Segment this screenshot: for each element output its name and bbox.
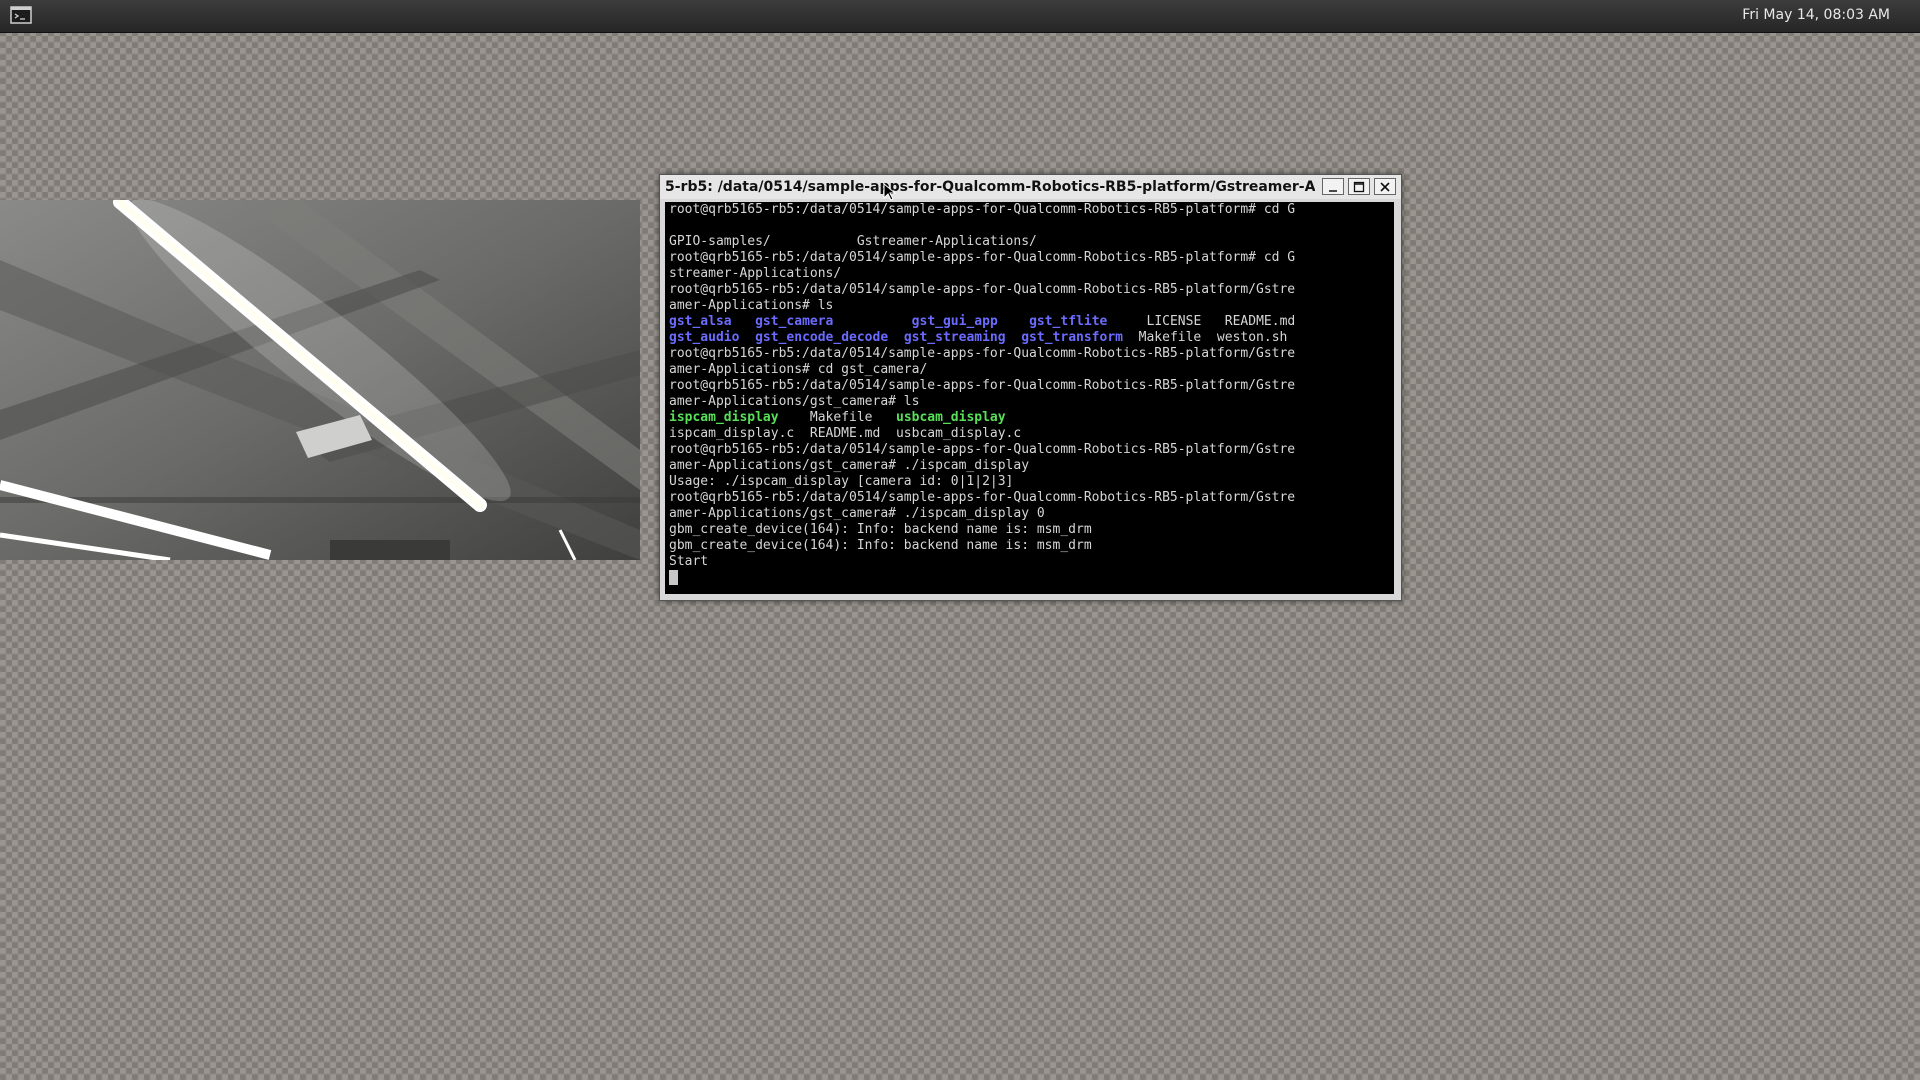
terminal-line: root@qrb5165-rb5:/data/0514/sample-apps-… [669,490,1296,505]
terminal-line: gbm_create_device(164): Info: backend na… [669,538,1092,553]
mouse-pointer-icon [883,182,897,201]
minimize-icon[interactable] [1322,178,1344,195]
terminal-line: Usage: ./ispcam_display [camera id: 0|1|… [669,474,1014,489]
terminal-line: amer-Applications/gst_camera# ./ispcam_d… [669,458,1030,473]
dir-entry: gst_streaming [903,330,1006,345]
file-entry: LICENSE [1146,314,1202,329]
dir-entry: gst_camera [755,314,834,329]
dir-entry: gst_encode_decode [755,330,889,345]
close-icon[interactable] [1374,178,1396,195]
terminal-cursor-line [669,570,1295,586]
ls-output-row: ispcam_display Makefile usbcam_display [669,410,1295,426]
terminal-line: gbm_create_device(164): Info: backend na… [669,522,1092,537]
terminal-line: Start [669,554,709,569]
terminal-line: root@qrb5165-rb5:/data/0514/sample-apps-… [669,282,1296,297]
file-entry: Makefile [809,410,873,425]
terminal-line: root@qrb5165-rb5:/data/0514/sample-apps-… [669,442,1296,457]
terminal-window[interactable]: 5-rb5: /data/0514/sample-apps-for-Qualco… [659,174,1402,601]
top-panel: Fri May 14, 08:03 AM [0,0,1920,33]
terminal-output[interactable]: root@qrb5165-rb5:/data/0514/sample-apps-… [665,202,1394,594]
terminal-line: amer-Applications# ls [669,298,834,313]
executable-entry: usbcam_display [896,410,1006,425]
ls-output-row: gst_audio gst_encode_decode gst_streamin… [669,330,1295,346]
dir-entry: gst_audio [669,330,740,345]
terminal-line: root@qrb5165-rb5:/data/0514/sample-apps-… [669,202,1296,217]
camera-preview [0,200,640,560]
window-titlebar[interactable]: 5-rb5: /data/0514/sample-apps-for-Qualco… [660,175,1401,199]
file-entry: Makefile [1138,330,1202,345]
dir-entry: gst_tflite [1029,314,1108,329]
file-entry: README.md [1224,314,1296,329]
terminal-launcher-icon[interactable] [10,6,32,24]
terminal-line: root@qrb5165-rb5:/data/0514/sample-apps-… [669,250,1296,265]
dir-entry: gst_transform [1021,330,1123,345]
executable-entry: ispcam_display [669,410,779,425]
ls-output-row: gst_alsa gst_camera gst_gui_app gst_tfli… [669,314,1295,330]
terminal-line: root@qrb5165-rb5:/data/0514/sample-apps-… [669,378,1296,393]
terminal-line: amer-Applications# cd gst_camera/ [669,362,928,377]
terminal-line: amer-Applications/gst_camera# ls [669,394,920,409]
terminal-line: GPIO-samples/ Gstreamer-Applications/ [669,234,1037,249]
ls-output-row: ispcam_display.c README.md usbcam_displa… [669,426,1022,441]
clock: Fri May 14, 08:03 AM [1742,7,1890,23]
window-title: 5-rb5: /data/0514/sample-apps-for-Qualco… [665,179,1315,195]
text-cursor [669,570,678,585]
dir-entry: gst_gui_app [911,314,998,329]
window-controls [1322,178,1396,195]
maximize-icon[interactable] [1348,178,1370,195]
file-entry: weston.sh [1216,330,1288,345]
terminal-line: streamer-Applications/ [669,266,842,281]
terminal-line: amer-Applications/gst_camera# ./ispcam_d… [669,506,1045,521]
dir-entry: gst_alsa [669,314,732,329]
terminal-lines: root@qrb5165-rb5:/data/0514/sample-apps-… [669,202,1295,586]
terminal-line: root@qrb5165-rb5:/data/0514/sample-apps-… [669,346,1296,361]
